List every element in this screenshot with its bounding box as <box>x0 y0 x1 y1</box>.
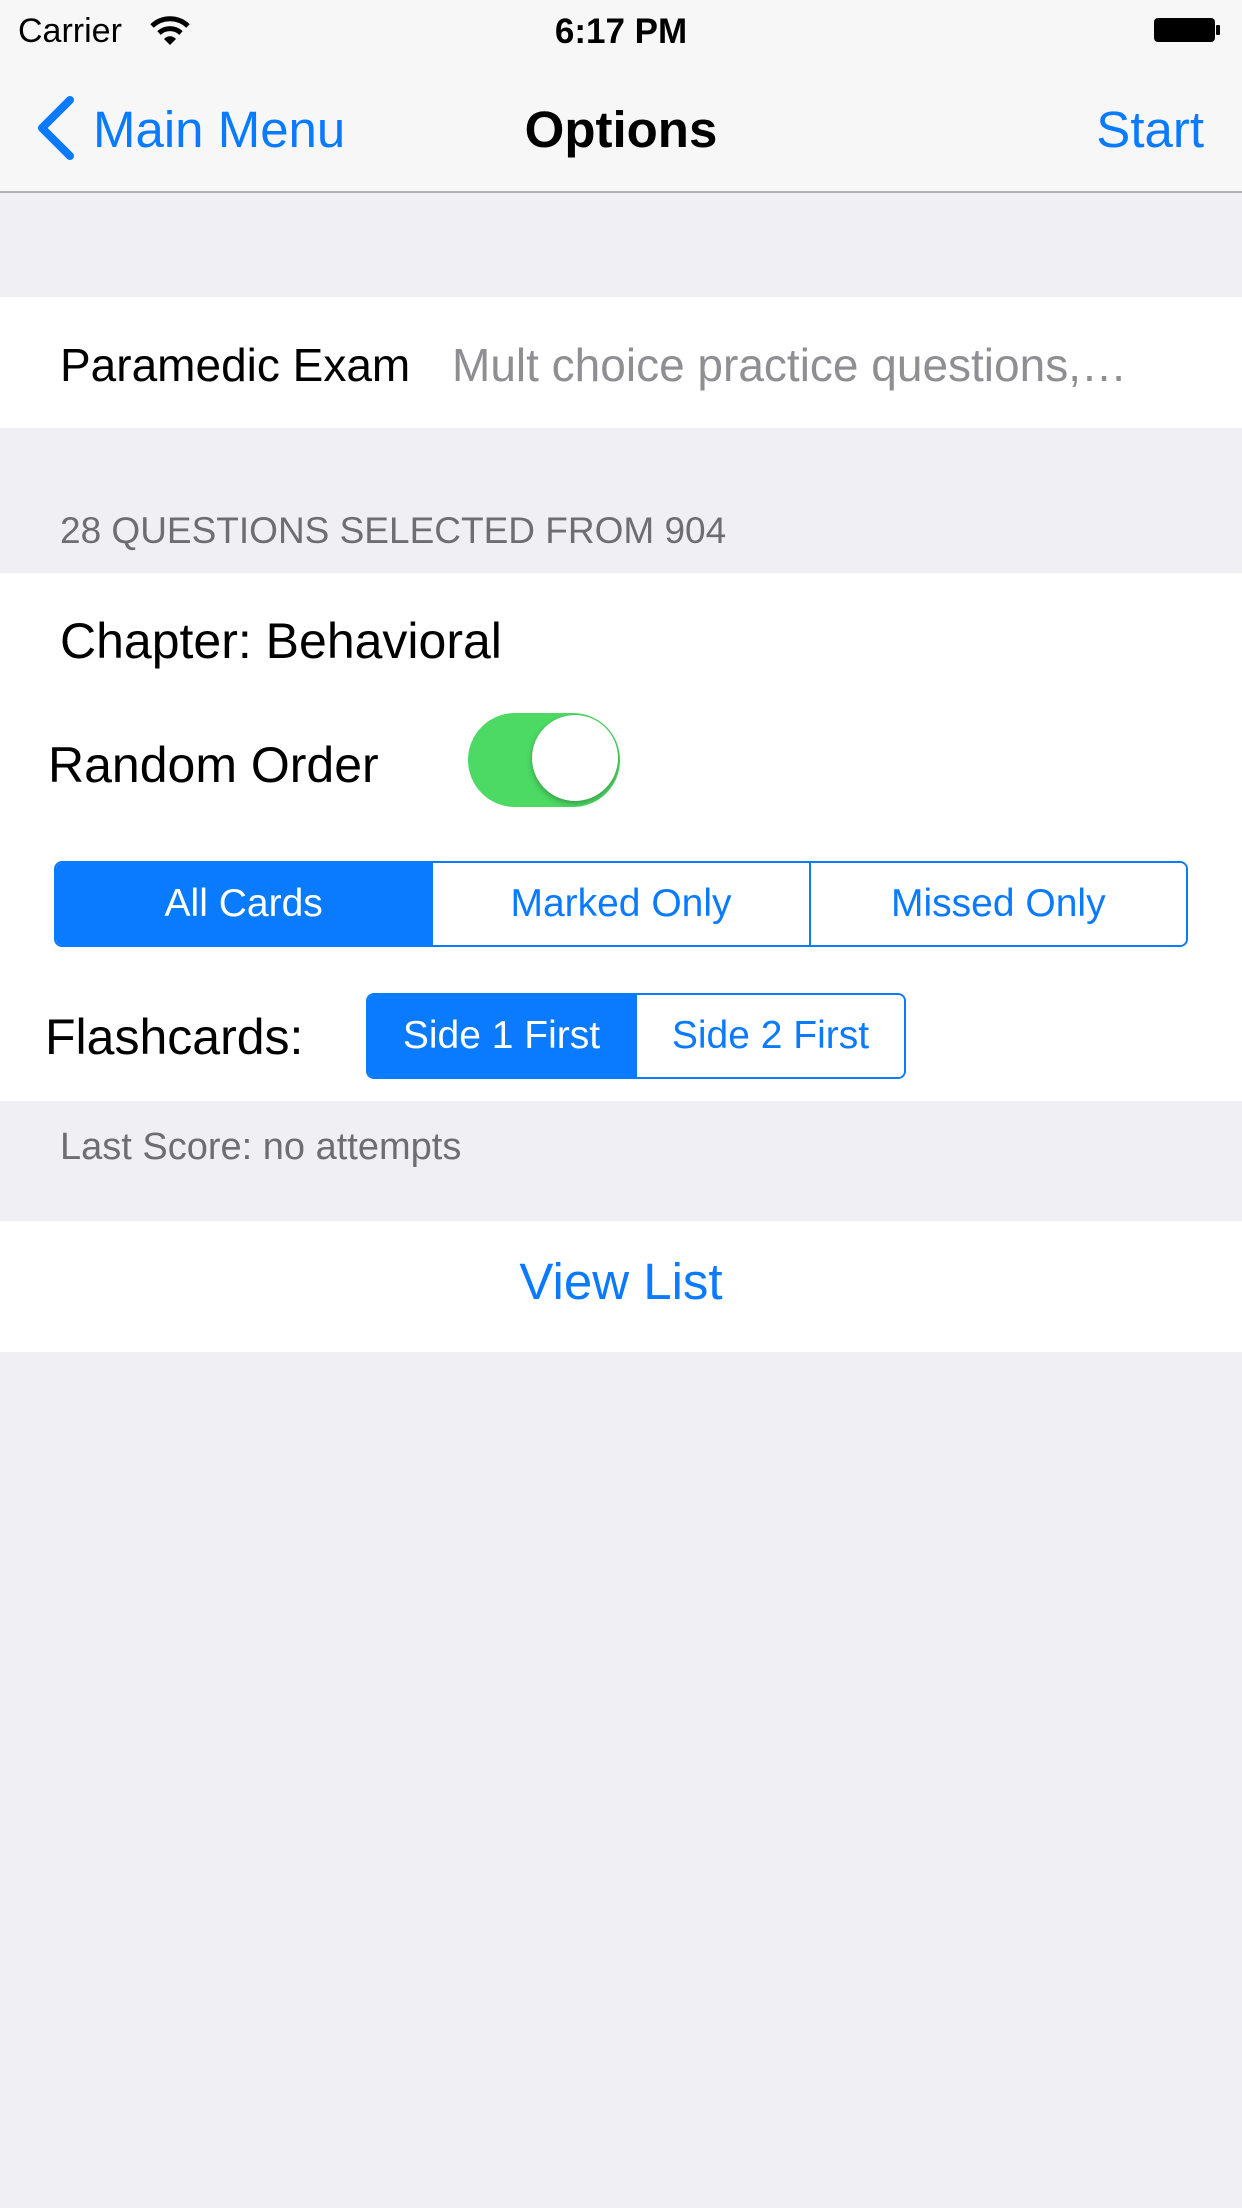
status-time: 6:17 PM <box>554 12 688 51</box>
flashcards-segmented-control: Side 1 First Side 2 First <box>366 993 906 1079</box>
exam-description: Mult choice practice questions,… <box>452 339 1127 391</box>
view-list-button[interactable]: View List <box>0 1252 1242 1311</box>
random-order-label: Random Order <box>48 737 379 793</box>
start-button[interactable]: Start <box>1096 100 1204 159</box>
segment-side-1-first[interactable]: Side 1 First <box>368 995 635 1077</box>
last-score: Last Score: no attempts <box>60 1126 462 1168</box>
chapter-label[interactable]: Chapter: Behavioral <box>60 612 502 670</box>
page-title: Options <box>524 101 718 158</box>
segment-marked-only[interactable]: Marked Only <box>431 863 809 945</box>
segment-missed-only[interactable]: Missed Only <box>808 863 1186 945</box>
exam-name: Paramedic Exam <box>60 339 411 391</box>
flashcards-label: Flashcards: <box>45 1009 304 1065</box>
filter-segmented-control: All Cards Marked Only Missed Only <box>54 861 1188 947</box>
toggle-knob <box>532 715 618 801</box>
section-header: 28 QUESTIONS SELECTED FROM 904 <box>60 510 727 551</box>
segment-side-2-first[interactable]: Side 2 First <box>635 995 904 1077</box>
battery-icon <box>1154 18 1220 42</box>
random-order-toggle[interactable] <box>468 713 620 807</box>
segment-all-cards[interactable]: All Cards <box>56 863 432 945</box>
